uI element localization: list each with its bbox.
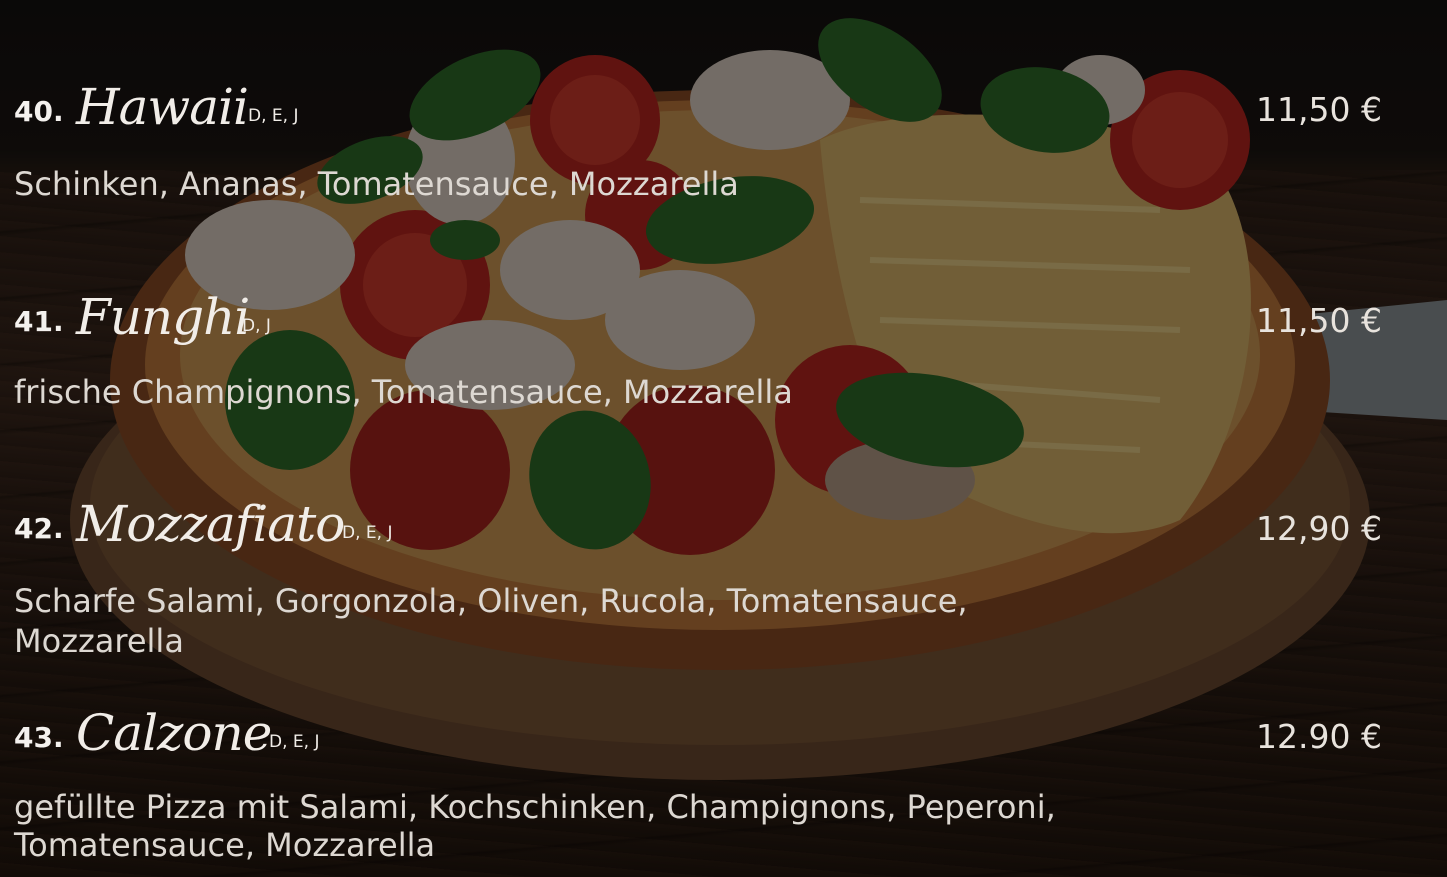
item-allergens: D, J <box>242 316 271 336</box>
item-allergens: D, E, J <box>342 523 393 543</box>
item-description: gefüllte Pizza mit Salami, Kochschinken,… <box>14 788 1056 864</box>
item-name: Hawaii <box>76 78 249 136</box>
item-number: 43. <box>14 721 64 754</box>
menu-item-header: 40. Hawaii D, E, J 11,50 € <box>14 62 1382 132</box>
item-price: 12,90 € <box>1256 509 1382 548</box>
item-name: Calzone <box>76 704 272 762</box>
item-price: 11,50 € <box>1256 90 1382 129</box>
item-number: 41. <box>14 305 64 338</box>
item-allergens: D, E, J <box>269 732 320 752</box>
item-description: frische Champignons, Tomatensauce, Mozza… <box>14 373 793 411</box>
item-allergens: D, E, J <box>248 106 299 126</box>
menu-item-header: 41. Funghi D, J 11,50 € <box>14 272 1382 342</box>
item-name: Funghi <box>76 288 250 346</box>
item-description: Scharfe Salami, Gorgonzola, Oliven, Ruco… <box>14 582 968 660</box>
menu-item-funghi: 41. Funghi D, J 11,50 € frische Champign… <box>14 272 1382 412</box>
item-number: 42. <box>14 512 64 545</box>
pizza-menu: 40. Hawaii D, E, J 11,50 € Schinken, Ana… <box>0 0 1447 877</box>
item-price: 11,50 € <box>1256 301 1382 340</box>
menu-item-header: 43. Calzone D, E, J 12.90 € <box>14 688 1382 758</box>
menu-item-hawaii: 40. Hawaii D, E, J 11,50 € Schinken, Ana… <box>14 62 1382 204</box>
menu-item-calzone: 43. Calzone D, E, J 12.90 € gefüllte Piz… <box>14 688 1382 864</box>
item-price: 12.90 € <box>1256 717 1382 756</box>
item-description: Schinken, Ananas, Tomatensauce, Mozzarel… <box>14 165 739 203</box>
item-number: 40. <box>14 95 64 128</box>
menu-item-mozzafiato: 42. Mozzafiato D, E, J 12,90 € Scharfe S… <box>14 479 1382 661</box>
item-name: Mozzafiato <box>76 495 345 553</box>
menu-item-header: 42. Mozzafiato D, E, J 12,90 € <box>14 479 1382 549</box>
